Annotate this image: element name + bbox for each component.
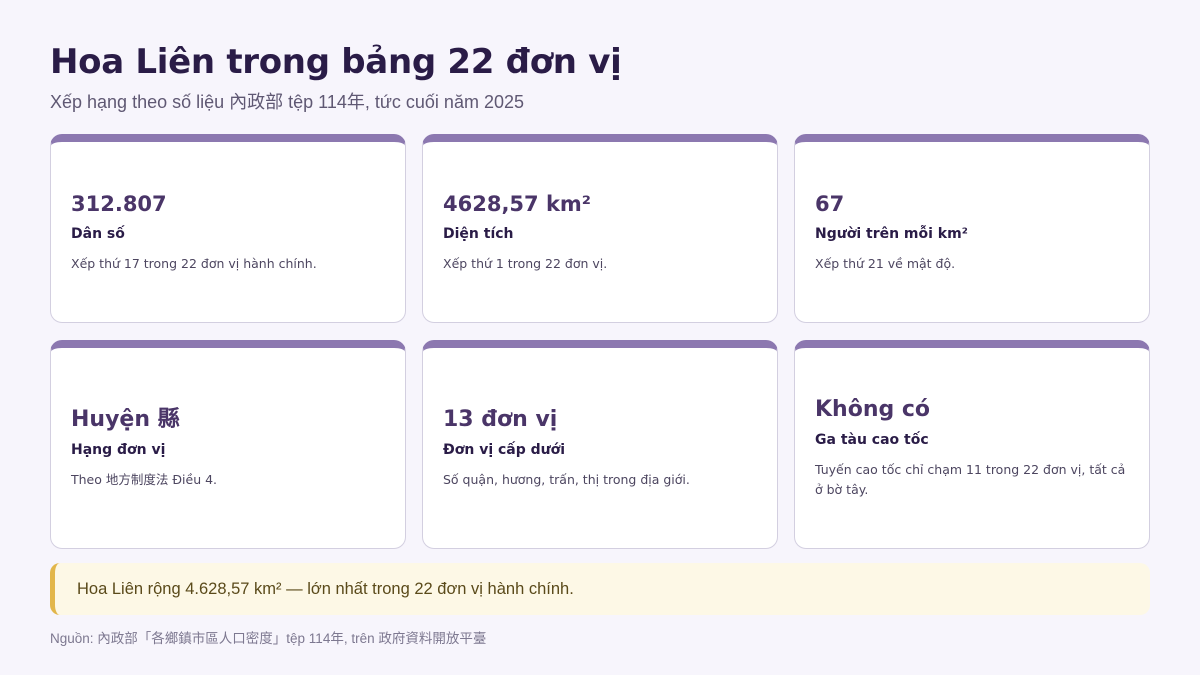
stat-value: 67	[815, 192, 845, 216]
stat-card-unit-type: Huyện 縣 Hạng đơn vị Theo 地方制度法 Điều 4.	[50, 340, 406, 549]
stat-card-area: 4628,57 km² Diện tích Xếp thứ 1 trong 22…	[422, 134, 778, 323]
source-note: Nguồn: 內政部「各鄉鎮市區人口密度」tệp 114年, trên 政府資料…	[50, 631, 487, 646]
stat-description: Số quận, hương, trấn, thị trong địa giới…	[443, 472, 690, 487]
stat-card-population: 312.807 Dân số Xếp thứ 17 trong 22 đơn v…	[50, 134, 406, 323]
stat-description: Xếp thứ 21 về mật độ.	[815, 256, 956, 271]
stat-value: Không có	[815, 397, 931, 422]
callout-text: Hoa Liên rộng 4.628,57 km² — lớn nhất tr…	[77, 579, 574, 598]
page-title: Hoa Liên trong bảng 22 đơn vị	[50, 42, 622, 82]
stat-label: Dân số	[71, 226, 125, 242]
stat-label: Đơn vị cấp dưới	[443, 442, 566, 458]
stat-description: Xếp thứ 1 trong 22 đơn vị.	[443, 256, 608, 271]
stat-value: Huyện 縣	[71, 407, 180, 432]
stat-card-subunits: 13 đơn vị Đơn vị cấp dưới Số quận, hương…	[422, 340, 778, 549]
stat-value: 4628,57 km²	[443, 192, 592, 216]
stats-grid: 312.807 Dân số Xếp thứ 17 trong 22 đơn v…	[50, 134, 1150, 549]
page-subtitle: Xếp hạng theo số liệu 內政部 tệp 114年, tức …	[50, 92, 524, 112]
stat-label: Người trên mỗi km²	[815, 226, 968, 242]
stat-description: Theo 地方制度法 Điều 4.	[71, 472, 218, 487]
stat-label: Diện tích	[443, 226, 514, 242]
stat-value: 312.807	[71, 192, 167, 216]
stat-label: Ga tàu cao tốc	[815, 432, 929, 448]
stat-label: Hạng đơn vị	[71, 442, 166, 458]
stat-description: Tuyến cao tốc chỉ chạm 11 trong 22 đơn v…	[815, 462, 1126, 497]
stat-value: 13 đơn vị	[443, 407, 558, 432]
highlight-callout: Hoa Liên rộng 4.628,57 km² — lớn nhất tr…	[50, 563, 1150, 615]
stat-description: Xếp thứ 17 trong 22 đơn vị hành chính.	[71, 256, 317, 271]
page: Hoa Liên trong bảng 22 đơn vị Xếp hạng t…	[0, 0, 1200, 675]
stat-card-density: 67 Người trên mỗi km² Xếp thứ 21 về mật …	[794, 134, 1150, 323]
stat-card-high-speed-rail: Không có Ga tàu cao tốc Tuyến cao tốc ch…	[794, 340, 1150, 549]
